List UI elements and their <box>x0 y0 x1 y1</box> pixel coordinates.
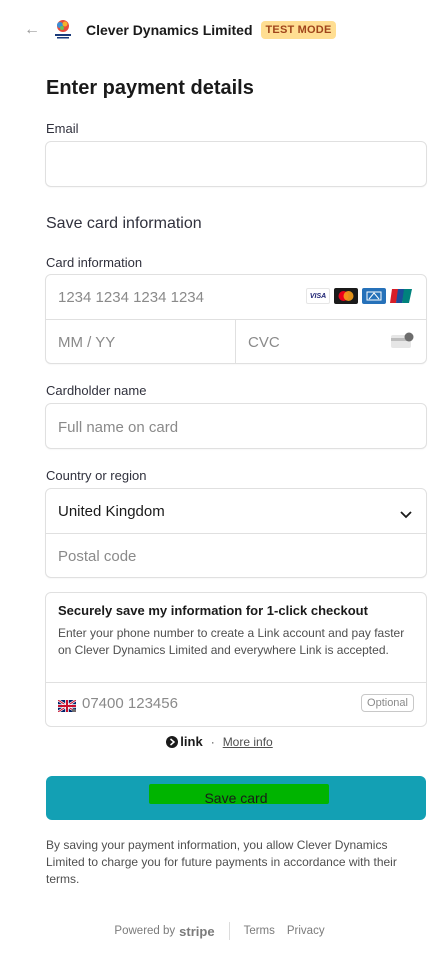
link-arrow-icon <box>166 735 179 748</box>
card-info-group: 1234 1234 1234 1234 VISA MM / YY CVC <box>45 274 427 364</box>
link-logo: link <box>166 734 203 749</box>
save-card-label: Save card <box>204 790 268 806</box>
country-select[interactable]: United Kingdom <box>46 489 426 533</box>
link-description: Enter your phone number to create a Link… <box>58 626 405 657</box>
phone-field[interactable]: 07400 123456 Optional <box>46 683 426 727</box>
expiry-placeholder: MM / YY <box>58 334 116 351</box>
link-save-box: Securely save my information for 1-click… <box>45 592 427 727</box>
expiry-field[interactable]: MM / YY <box>46 320 235 364</box>
card-number-placeholder: 1234 1234 1234 1234 <box>58 289 204 306</box>
phone-placeholder: 07400 123456 <box>82 695 178 712</box>
page-title: Enter payment details <box>46 77 254 99</box>
country-group: United Kingdom Postal code <box>45 488 427 578</box>
card-brands: VISA <box>306 288 414 304</box>
section-title: Save card information <box>46 215 202 232</box>
merchant-logo <box>50 17 76 43</box>
chevron-down-icon <box>400 506 412 524</box>
email-field[interactable] <box>45 141 427 187</box>
cvc-field[interactable]: CVC <box>236 320 426 364</box>
test-mode-badge: TEST MODE <box>260 21 337 39</box>
uk-flag-icon <box>57 699 77 713</box>
footer-links: Terms Privacy <box>244 925 325 937</box>
cardholder-label: Cardholder name <box>46 383 147 398</box>
country-label: Country or region <box>46 468 147 483</box>
merchant-name: Clever Dynamics Limited <box>86 22 253 38</box>
powered-by-text: Powered by <box>114 925 176 937</box>
powered-by[interactable]: Powered by stripe <box>114 924 214 939</box>
card-number-field[interactable]: 1234 1234 1234 1234 VISA <box>46 275 426 319</box>
postal-code-field[interactable]: Postal code <box>46 534 426 578</box>
link-logo-text: link <box>180 734 203 749</box>
privacy-link[interactable]: Privacy <box>287 925 325 937</box>
unionpay-icon <box>390 288 414 304</box>
link-info-row: link · More info <box>0 734 439 749</box>
email-label: Email <box>46 121 79 136</box>
link-title: Securely save my information for 1-click… <box>58 603 368 618</box>
stripe-logo: stripe <box>179 923 215 939</box>
country-value: United Kingdom <box>58 503 165 520</box>
back-arrow-icon[interactable]: ← <box>24 22 40 38</box>
more-info-link[interactable]: More info <box>223 735 273 749</box>
footer: Powered by stripe Terms Privacy <box>0 922 439 940</box>
header: ← Clever Dynamics Limited TEST MODE <box>24 14 439 46</box>
cardholder-field[interactable]: Full name on card <box>45 403 427 449</box>
mastercard-icon <box>334 288 358 304</box>
amex-icon <box>362 288 386 304</box>
save-card-button[interactable]: Save card <box>46 776 426 820</box>
optional-badge: Optional <box>361 694 414 712</box>
visa-icon: VISA <box>306 288 330 304</box>
terms-text: By saving your payment information, you … <box>46 838 397 886</box>
footer-separator <box>228 922 230 940</box>
cvc-card-icon <box>390 332 414 355</box>
link-dot: · <box>210 734 215 749</box>
card-info-label: Card information <box>46 255 143 270</box>
postal-placeholder: Postal code <box>58 548 137 565</box>
cardholder-placeholder: Full name on card <box>58 419 179 436</box>
cvc-placeholder: CVC <box>248 334 280 351</box>
terms-link[interactable]: Terms <box>244 925 275 937</box>
